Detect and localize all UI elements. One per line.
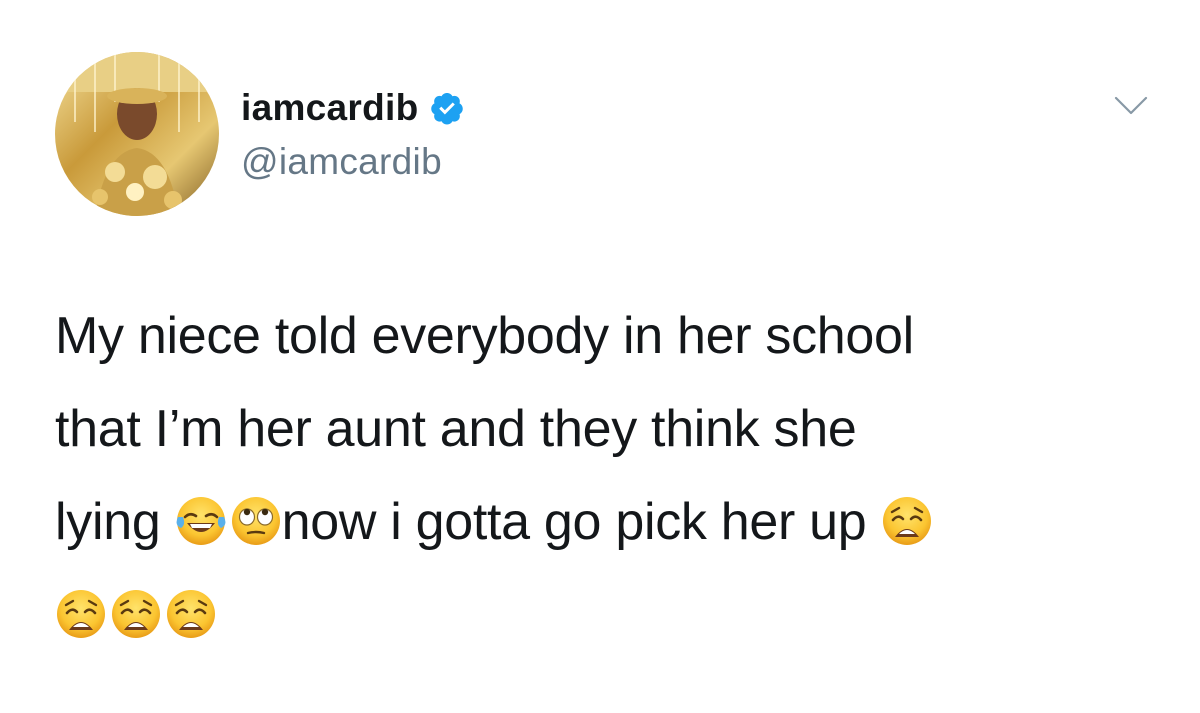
- face-with-tears-of-joy-icon: [175, 495, 227, 547]
- tweet-text: My niece told everybody in her school th…: [55, 290, 1165, 662]
- tweet-line-3: lying now i gotta go pick her up: [55, 476, 1165, 569]
- avatar-image: [55, 52, 219, 216]
- tweet-line-1: My niece told everybody in her school: [55, 307, 914, 365]
- face-with-rolling-eyes-icon: [230, 495, 282, 547]
- chevron-down-icon[interactable]: [1114, 96, 1148, 116]
- verified-badge-icon: [429, 90, 465, 126]
- tweet-header: iamcardib @iamcardib: [55, 52, 465, 216]
- tweet-text-segment: lying: [55, 493, 175, 551]
- weary-face-icon: [165, 588, 217, 640]
- weary-face-icon: [881, 495, 933, 547]
- display-name[interactable]: iamcardib: [241, 87, 419, 129]
- name-row: iamcardib: [241, 87, 465, 129]
- user-block: iamcardib @iamcardib: [241, 87, 465, 183]
- tweet-line-4: [55, 569, 1165, 662]
- tweet-line-2: that I’m her aunt and they think she: [55, 400, 857, 458]
- user-handle[interactable]: @iamcardib: [241, 141, 465, 183]
- weary-face-icon: [110, 588, 162, 640]
- tweet-text-segment: now i gotta go pick her up: [281, 493, 881, 551]
- weary-face-icon: [55, 588, 107, 640]
- tweet-card: iamcardib @iamcardib My niece told every…: [0, 0, 1200, 713]
- avatar[interactable]: [55, 52, 219, 216]
